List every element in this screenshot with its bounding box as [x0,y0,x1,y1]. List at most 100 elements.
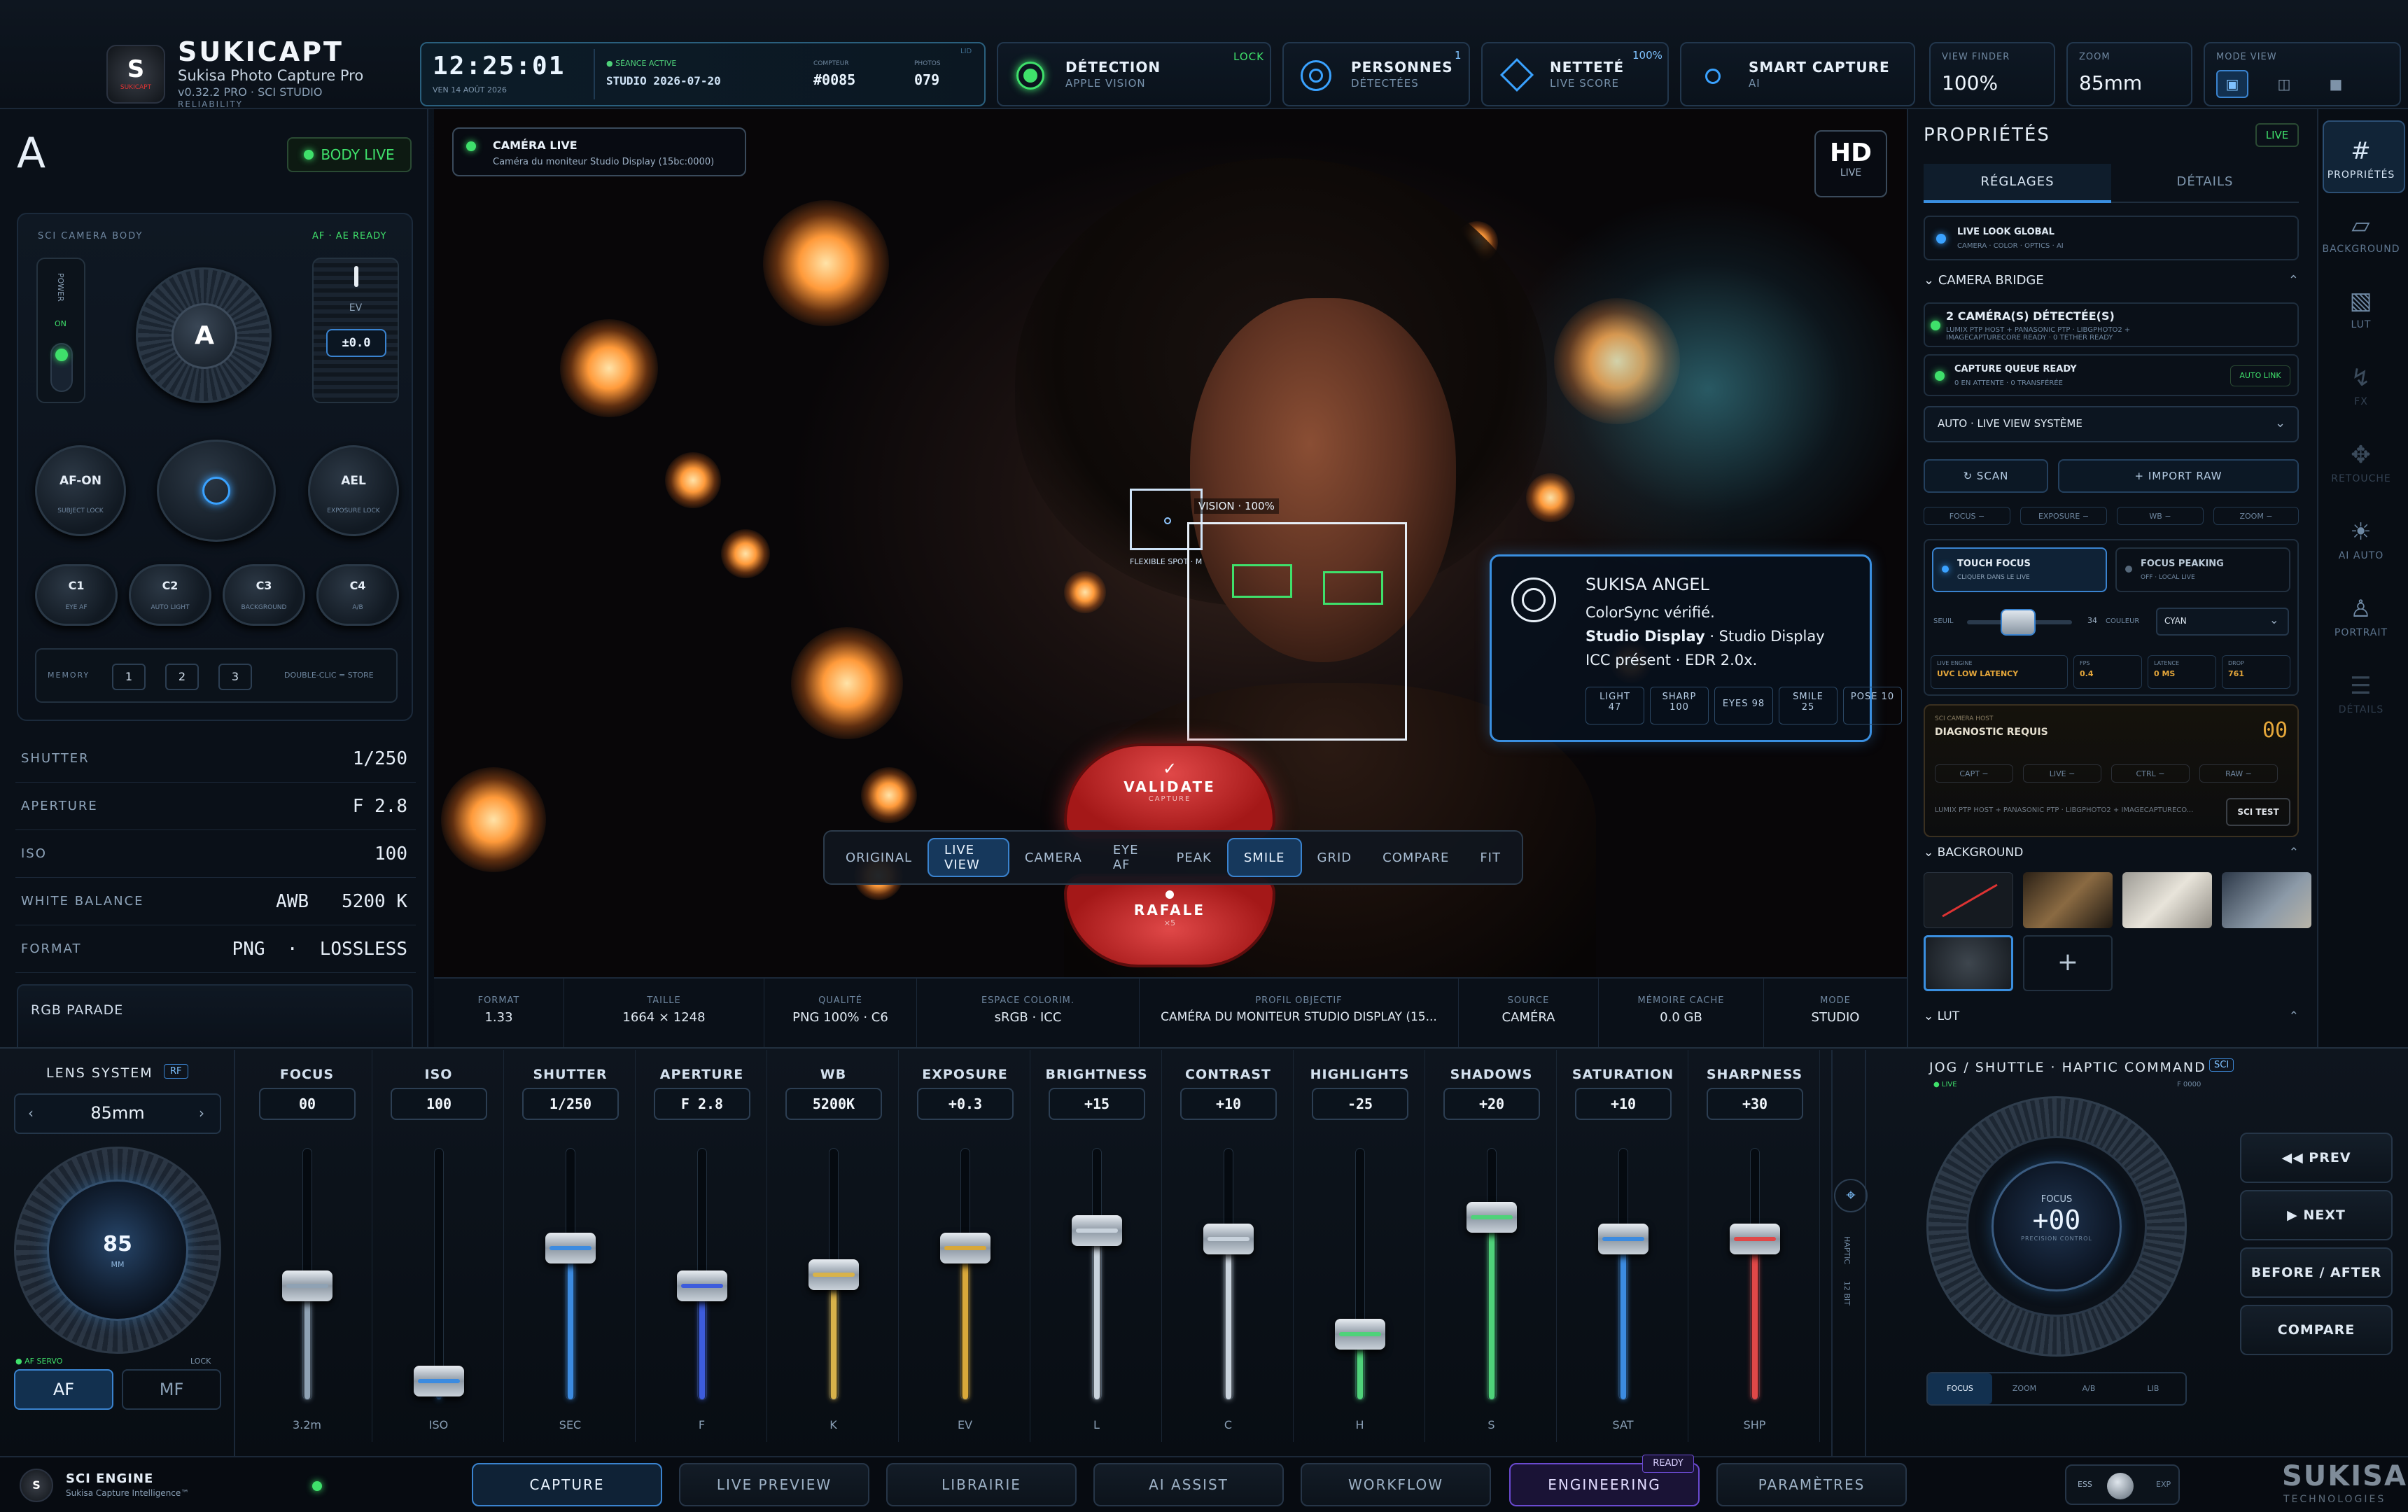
background-thumb-selected[interactable] [1924,935,2013,991]
chip-grid[interactable]: GRID [1302,838,1368,877]
tab-live-preview[interactable]: LIVE PREVIEW [679,1463,869,1506]
background-thumb-silver[interactable] [2122,872,2212,928]
memory-slot-1[interactable]: 1 [112,664,146,690]
fader-track[interactable] [1598,1148,1648,1400]
prev-button[interactable]: ◀◀ PREV [2240,1133,2393,1183]
fader-track[interactable] [414,1148,464,1400]
memory-slot-3[interactable]: 3 [218,664,252,690]
jog-mode-lib[interactable]: LIB [2121,1373,2185,1404]
fader-track[interactable] [1203,1148,1254,1400]
sidebar-item-properties[interactable]: # PROPRIÉTÉS [2320,137,2402,181]
chip-peak[interactable]: PEAK [1161,838,1227,877]
focus-peaking-button[interactable]: FOCUS PEAKING OFF · LOCAL LIVE [2115,547,2290,592]
sidebar-item-background[interactable]: ▱ BACKGROUND [2320,211,2402,255]
setting-aperture[interactable]: APERTURE F 2.8 [15,783,416,830]
mode-full-button[interactable]: ■ [2320,70,2352,98]
fader-track[interactable] [545,1148,596,1400]
tab-settings[interactable]: PARAMÈTRES [1716,1463,1907,1506]
chevron-right-icon[interactable]: › [199,1105,204,1121]
zoom-box[interactable]: ZOOM 85mm [2066,42,2192,106]
chip-camera[interactable]: CAMERA [1009,838,1098,877]
live-viewer[interactable]: CAMÉRA LIVE Caméra du moniteur Studio Di… [434,109,1907,977]
fader-exposure[interactable]: EXPOSURE +0.3 EV [900,1050,1030,1442]
jog-mode-ab[interactable]: A/B [2057,1373,2121,1404]
setting-iso[interactable]: ISO 100 [15,830,416,878]
fader-contrast[interactable]: CONTRAST +10 C [1163,1050,1294,1442]
fader-value[interactable]: +10 [1575,1088,1672,1120]
smart-capture-status[interactable]: SMART CAPTURE AI [1680,42,1915,106]
sidebar-item-details[interactable]: ☰ DÉTAILS [2320,672,2402,715]
fader-iso[interactable]: ISO 100 ISO [374,1050,504,1442]
sidebar-item-fx[interactable]: ↯ FX [2320,364,2402,407]
sidebar-item-ai-auto[interactable]: ☀ AI AUTO [2320,518,2402,561]
ev-dial[interactable]: EV ±0.0 [312,258,399,403]
lens-dial[interactable]: 85 MM [14,1147,221,1354]
mode-single-button[interactable]: ▣ [2216,70,2248,98]
fader-value[interactable]: +30 [1707,1088,1803,1120]
before-after-button[interactable]: BEFORE / AFTER [2240,1247,2393,1298]
fader-value[interactable]: 1/250 [522,1088,619,1120]
fader-highlights[interactable]: HIGHLIGHTS -25 H [1295,1050,1425,1442]
fader-cap[interactable] [940,1233,990,1264]
af-button[interactable]: AF [14,1369,113,1410]
focus-joystick[interactable] [157,440,276,542]
scan-button[interactable]: ↻ SCAN [1924,459,2048,493]
fader-cap[interactable] [808,1259,859,1290]
touch-focus-button[interactable]: TOUCH FOCUS CLIQUER DANS LE LIVE [1932,547,2107,592]
mode-split-button[interactable]: ◫ [2268,70,2300,98]
fader-track[interactable] [677,1148,727,1400]
background-thumb-steel[interactable] [2222,872,2311,928]
fader-track[interactable] [1335,1148,1385,1400]
auto-link-button[interactable]: AUTO LINK [2230,365,2290,386]
power-switch[interactable]: POWER ON [36,258,85,403]
background-none-thumb[interactable] [1924,872,2013,928]
crosshair-button[interactable]: ⌖ [1834,1179,1868,1212]
fader-cap[interactable] [1335,1319,1385,1350]
fader-focus[interactable]: FOCUS 00 3.2m [242,1050,372,1442]
next-button[interactable]: ▶ NEXT [2240,1190,2393,1240]
fader-track[interactable] [1072,1148,1122,1400]
setting-format[interactable]: FORMAT PNG · LOSSLESS [15,925,416,973]
chip-live-view[interactable]: LIVE VIEW [927,838,1009,877]
ess-exp-toggle[interactable]: ESS EXP [2065,1464,2180,1505]
chip-original[interactable]: ORIGINAL [830,838,927,877]
fader-cap[interactable] [1072,1214,1122,1246]
fader-value[interactable]: F 2.8 [654,1088,750,1120]
persons-status[interactable]: PERSONNES DÉTECTÉES 1 [1282,42,1470,106]
custom-button-c1[interactable]: C1 EYE AF [35,564,118,626]
tab-ai-assist[interactable]: AI ASSIST [1093,1463,1284,1506]
fader-value[interactable]: 5200K [785,1088,882,1120]
fader-value[interactable]: +20 [1443,1088,1540,1120]
custom-button-c2[interactable]: C2 AUTO LIGHT [129,564,211,626]
fader-track[interactable] [282,1148,332,1400]
tab-capture[interactable]: CAPTURE [472,1463,662,1506]
af-on-button[interactable]: AF-ON SUBJECT LOCK [35,445,126,536]
fader-value[interactable]: +15 [1049,1088,1145,1120]
import-raw-button[interactable]: + IMPORT RAW [2058,459,2299,493]
mode-dial[interactable]: A [136,267,272,403]
mf-button[interactable]: MF [122,1369,221,1410]
custom-button-c4[interactable]: C4 A/B [316,564,399,626]
fader-cap[interactable] [414,1365,464,1396]
threshold-slider[interactable] [1967,609,2072,636]
mini-focus[interactable]: FOCUS − [1924,507,2010,525]
tab-details[interactable]: DÉTAILS [2111,164,2299,203]
setting-shutter[interactable]: SHUTTER 1/250 [15,735,416,783]
add-background-button[interactable]: + [2023,935,2113,991]
fader-brightness[interactable]: BRIGHTNESS +15 L [1032,1050,1162,1442]
camera-bridge-header[interactable]: ⌄ CAMERA BRIDGE ⌃ [1924,273,2299,298]
sidebar-item-retouch[interactable]: ✥ RETOUCHE [2320,441,2402,484]
jog-mode-zoom[interactable]: ZOOM [1992,1373,2057,1404]
memory-slot-2[interactable]: 2 [165,664,199,690]
fader-sharpness[interactable]: SHARPNESS +30 SHP [1690,1050,1820,1442]
live-source-select[interactable]: AUTO · LIVE VIEW SYSTÈME ⌄ [1924,406,2299,442]
mini-wb[interactable]: WB − [2117,507,2204,525]
fader-value[interactable]: 00 [259,1088,356,1120]
sidebar-item-lut[interactable]: ▧ LUT [2320,287,2402,330]
fader-cap[interactable] [1730,1224,1780,1255]
fader-wb[interactable]: WB 5200K K [769,1050,899,1442]
fader-saturation[interactable]: SATURATION +10 SAT [1558,1050,1688,1442]
fader-aperture[interactable]: APERTURE F 2.8 F [637,1050,767,1442]
sidebar-item-portrait[interactable]: ♙ PORTRAIT [2320,595,2402,638]
fader-track[interactable] [1730,1148,1780,1400]
